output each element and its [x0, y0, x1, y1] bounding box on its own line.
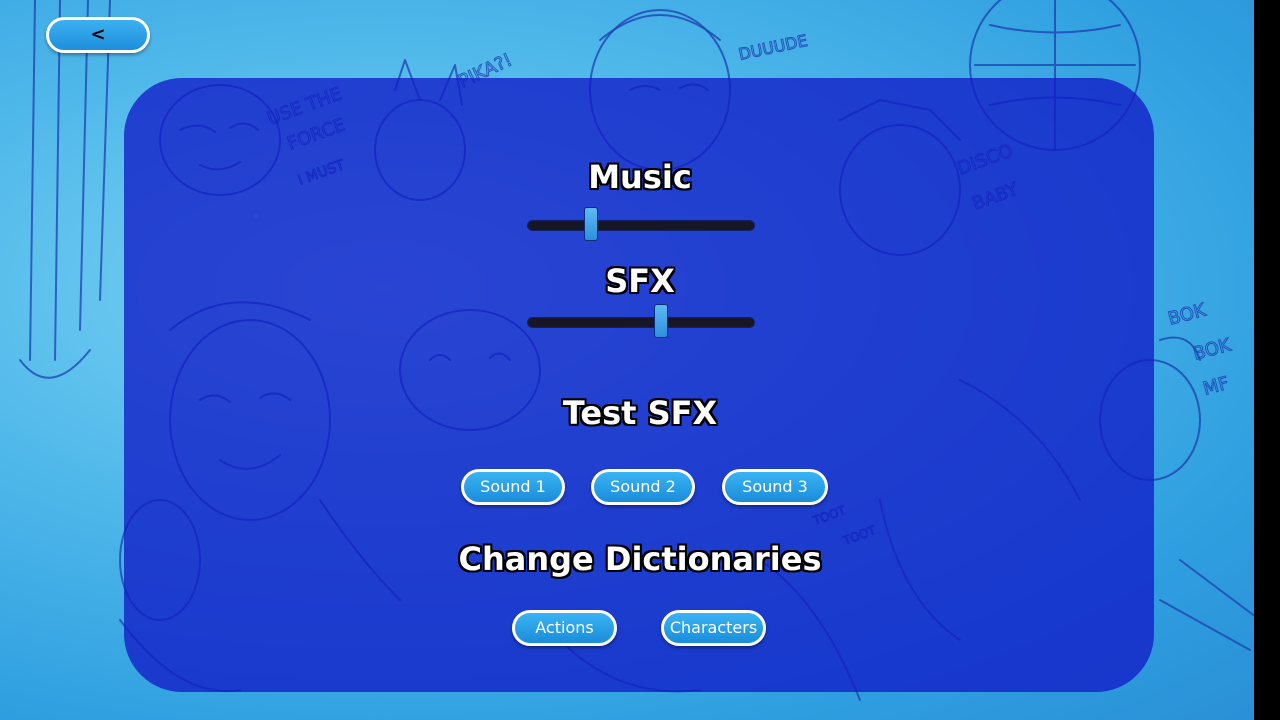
sound-1-button[interactable]: Sound 1 — [461, 469, 565, 505]
change-dictionaries-label: Change Dictionaries — [458, 540, 822, 578]
svg-text:DUUUDE: DUUUDE — [737, 31, 809, 64]
sound-2-button[interactable]: Sound 2 — [591, 469, 695, 505]
svg-text:BOK: BOK — [1191, 334, 1234, 364]
sfx-volume-slider[interactable] — [528, 304, 754, 338]
sfx-label: SFX — [605, 262, 675, 300]
actions-dictionary-button[interactable]: Actions — [512, 610, 617, 646]
sound-3-button[interactable]: Sound 3 — [722, 469, 828, 505]
music-label: Music — [588, 158, 692, 196]
right-letterbox-bar — [1254, 0, 1280, 720]
characters-dictionary-button[interactable]: Characters — [661, 610, 766, 646]
test-sfx-label: Test SFX — [562, 394, 718, 432]
game-screen: PIKA?! DUUUDE USE THE FORCE I MUST DISCO… — [0, 0, 1280, 720]
music-volume-slider[interactable] — [528, 207, 754, 241]
svg-text:BOK: BOK — [1166, 299, 1209, 329]
back-button[interactable]: < — [46, 17, 150, 53]
chevron-left-icon: < — [90, 24, 106, 45]
sfx-slider-handle[interactable] — [654, 304, 669, 338]
music-slider-handle[interactable] — [584, 207, 599, 241]
